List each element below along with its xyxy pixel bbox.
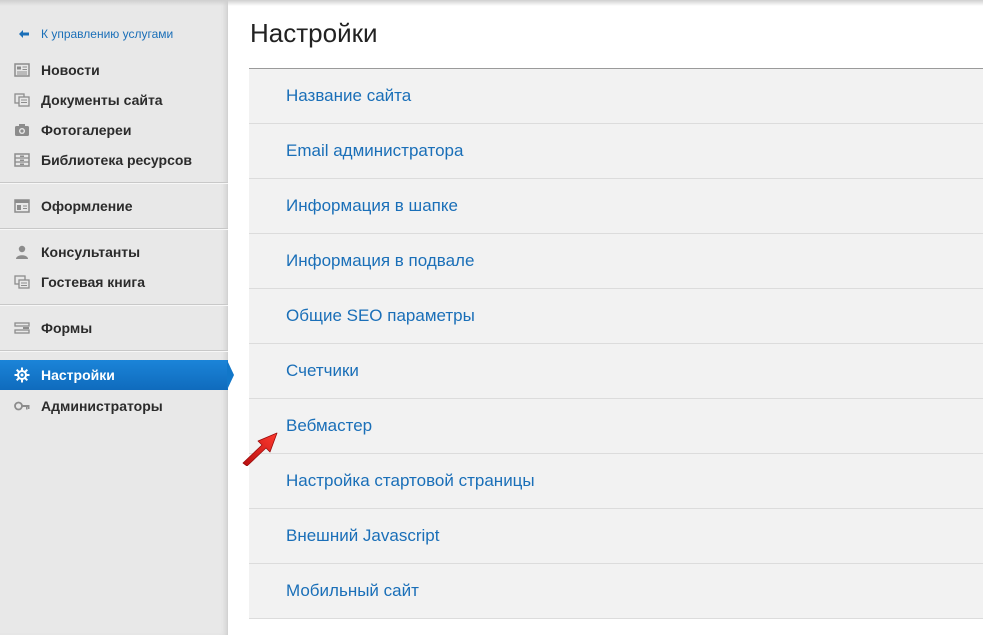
- sidebar-item-label: Формы: [41, 320, 93, 336]
- sidebar-item-label: Библиотека ресурсов: [41, 152, 193, 168]
- settings-item-admin-email[interactable]: Email администратора: [249, 124, 983, 179]
- settings-item-seo[interactable]: Общие SEO параметры: [249, 289, 983, 344]
- sidebar-item-documents[interactable]: Документы сайта: [0, 85, 228, 115]
- settings-item-start-page[interactable]: Настройка стартовой страницы: [249, 454, 983, 509]
- settings-item-counters[interactable]: Счетчики: [249, 344, 983, 399]
- settings-item-site-name[interactable]: Название сайта: [249, 69, 983, 124]
- gear-icon: [14, 367, 30, 383]
- sidebar-item-resource-library[interactable]: Библиотека ресурсов: [0, 145, 228, 175]
- back-to-services-link[interactable]: К управлению услугами: [18, 27, 173, 41]
- annotation-arrow-icon: [240, 430, 280, 467]
- sidebar-item-consultants[interactable]: Консультанты: [0, 237, 228, 267]
- sidebar-item-label: Настройки: [41, 367, 115, 383]
- key-icon: [14, 398, 30, 414]
- settings-item-footer-info[interactable]: Информация в подвале: [249, 234, 983, 289]
- sidebar-item-label: Гостевая книга: [41, 274, 145, 290]
- settings-item-webmaster[interactable]: Вебмастер: [249, 399, 983, 454]
- news-icon: [14, 62, 30, 78]
- guestbook-icon: [14, 274, 30, 290]
- sidebar-item-label: Новости: [41, 62, 100, 78]
- sidebar-item-photo-galleries[interactable]: Фотогалереи: [0, 115, 228, 145]
- settings-item-header-info[interactable]: Информация в шапке: [249, 179, 983, 234]
- sidebar-divider: [0, 304, 228, 306]
- sidebar: К управлению услугами Новости Документы …: [0, 0, 234, 635]
- page-title: Настройки: [250, 18, 378, 48]
- sidebar-item-forms[interactable]: Формы: [0, 313, 228, 343]
- camera-icon: [14, 122, 30, 138]
- top-shadow: [0, 0, 983, 6]
- sidebar-item-design[interactable]: Оформление: [0, 191, 228, 221]
- sidebar-item-label: Документы сайта: [41, 92, 163, 108]
- forms-icon: [14, 320, 30, 336]
- settings-item-external-javascript[interactable]: Внешний Javascript: [249, 509, 983, 564]
- sidebar-item-settings[interactable]: Настройки: [0, 360, 234, 390]
- sidebar-item-label: Администраторы: [41, 398, 163, 414]
- sidebar-divider: [0, 350, 228, 352]
- settings-list: Название сайта Email администратора Инфо…: [249, 68, 983, 619]
- back-link-label: К управлению услугами: [41, 27, 174, 41]
- user-icon: [14, 244, 30, 260]
- library-icon: [14, 152, 30, 168]
- sidebar-item-administrators[interactable]: Администраторы: [0, 391, 228, 421]
- sidebar-item-news[interactable]: Новости: [0, 55, 228, 85]
- sidebar-item-guestbook[interactable]: Гостевая книга: [0, 267, 228, 297]
- sidebar-item-label: Оформление: [41, 198, 133, 214]
- arrow-left-icon: [18, 28, 30, 40]
- sidebar-divider: [0, 228, 228, 230]
- documents-icon: [14, 92, 30, 108]
- sidebar-item-label: Консультанты: [41, 244, 141, 260]
- settings-item-mobile-site[interactable]: Мобильный сайт: [249, 564, 983, 619]
- layout-icon: [14, 198, 30, 214]
- sidebar-divider: [0, 182, 228, 184]
- sidebar-item-label: Фотогалереи: [41, 122, 132, 138]
